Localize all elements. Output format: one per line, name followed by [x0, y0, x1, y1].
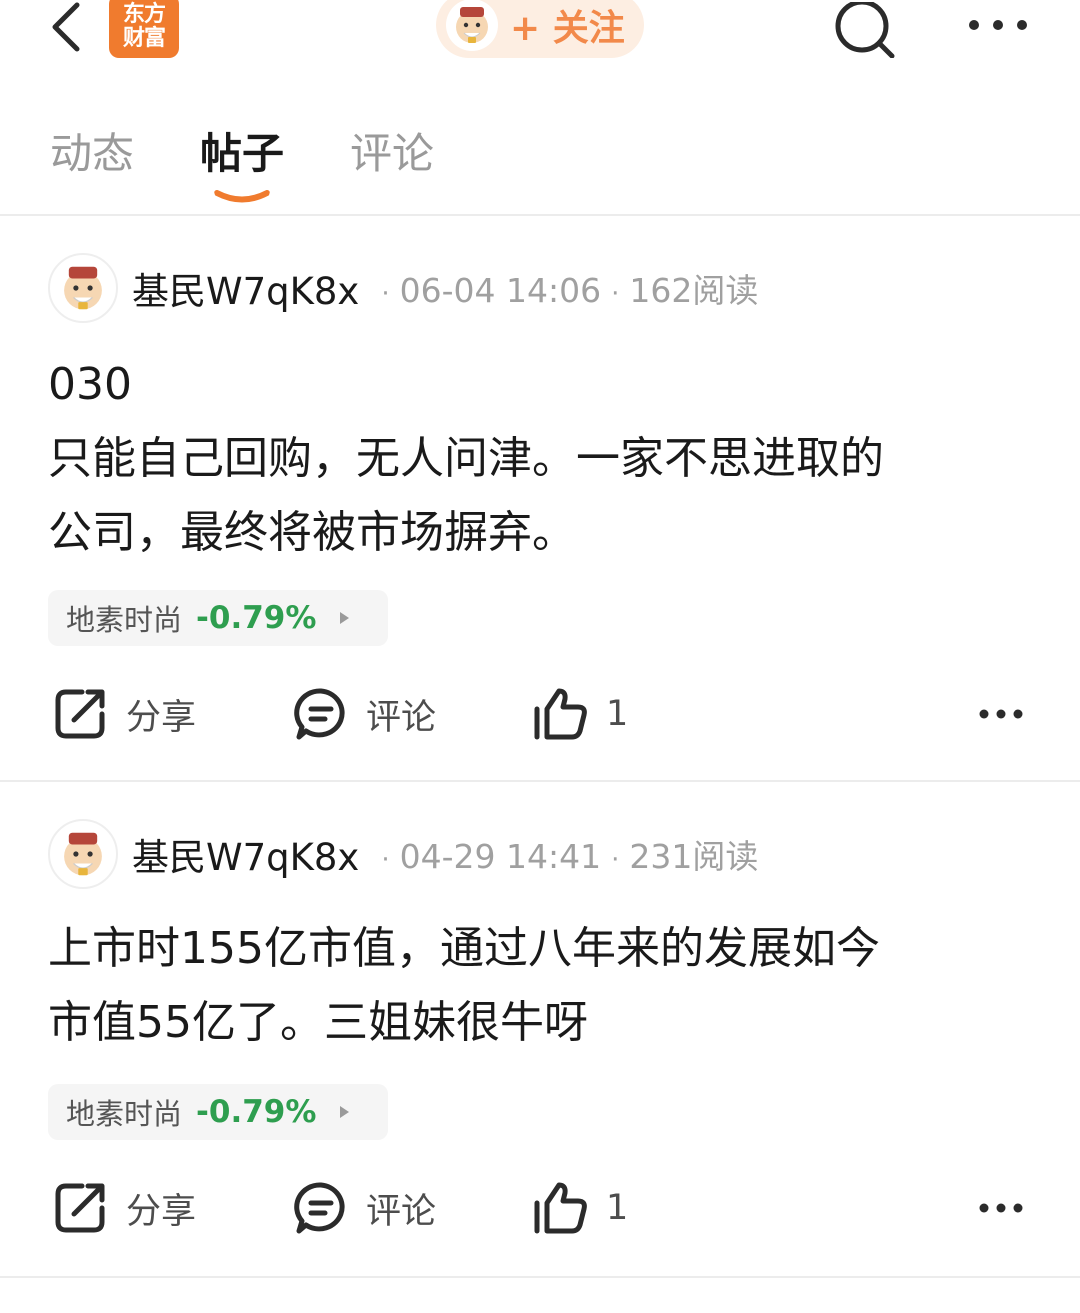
stock-name: 地素时尚 — [66, 1097, 183, 1131]
share-label: 分享 — [126, 1191, 197, 1232]
post-actions: 分享 评论 1 — [0, 1168, 1080, 1248]
read-count: 162阅读 — [629, 271, 759, 310]
post-more-button[interactable] — [966, 674, 1036, 754]
comment-label: 评论 — [366, 1191, 437, 1232]
more-options-button[interactable] — [960, 0, 1036, 50]
profile-tabs: 动态 帖子 评论 — [0, 110, 1080, 214]
tab-comments[interactable]: 评论 — [350, 120, 434, 181]
fortune-god-avatar-icon — [64, 832, 102, 876]
share-icon — [55, 689, 105, 739]
author-name[interactable]: 基民W7qK8x — [132, 261, 359, 315]
like-button[interactable]: 1 — [532, 674, 628, 754]
post-actions: 分享 评论 1 — [0, 674, 1080, 754]
post-time: 06-04 14:06 — [399, 271, 602, 310]
post-more-button[interactable] — [966, 1168, 1036, 1248]
follow-button[interactable]: + 关注 — [436, 0, 644, 58]
post-card[interactable]: 基民W7qK8x · 04-29 14:41 · 231阅读 上市时155亿市值，通过… — [0, 818, 1080, 1268]
top-bar: 东方 财富 + 关注 — [0, 0, 1080, 90]
comment-button[interactable]: 评论 — [294, 674, 436, 754]
search-icon — [835, 2, 895, 58]
fortune-god-avatar-icon — [456, 7, 488, 43]
post-meta: · 06-04 14:06 · 162阅读 — [381, 271, 759, 310]
post-line: 030 — [48, 359, 132, 410]
share-icon — [55, 1183, 105, 1233]
share-button[interactable]: 分享 — [52, 674, 196, 754]
arrow-right-icon — [340, 1106, 350, 1118]
follow-label: + 关注 — [510, 8, 625, 49]
like-count: 1 — [606, 694, 629, 734]
post-line: 市值55亿了。三姐妹很牛呀 — [48, 997, 588, 1048]
stock-change: -0.79% — [196, 600, 317, 636]
user-avatar — [446, 0, 498, 51]
share-label: 分享 — [126, 697, 197, 738]
more-dots-icon — [969, 20, 1027, 30]
tab-posts[interactable]: 帖子 — [200, 120, 284, 181]
app-logo[interactable]: 东方 财富 — [109, 0, 179, 58]
fortune-god-avatar-icon — [64, 266, 102, 310]
post-line: 上市时155亿市值，通过八年来的发展如今 — [48, 923, 880, 974]
comment-icon — [294, 1182, 345, 1234]
active-tab-indicator — [214, 190, 270, 203]
tabs-divider — [0, 214, 1080, 216]
stock-change: -0.79% — [196, 1094, 317, 1130]
like-count: 1 — [606, 1188, 629, 1228]
author-avatar[interactable] — [48, 819, 118, 889]
more-dots-icon — [979, 1203, 1023, 1213]
post-divider — [0, 1276, 1080, 1278]
logo-text-line2: 财富 — [122, 25, 166, 51]
like-button[interactable]: 1 — [532, 1168, 628, 1248]
back-button[interactable] — [44, 0, 88, 54]
thumbs-up-icon — [534, 688, 587, 740]
comment-icon — [294, 688, 345, 740]
post-line: 只能自己回购，无人问津。一家不思进取的 — [48, 433, 884, 484]
logo-text-line1: 东方 — [122, 1, 166, 27]
comment-button[interactable]: 评论 — [294, 1168, 436, 1248]
share-button[interactable]: 分享 — [52, 1168, 196, 1248]
post-meta: · 04-29 14:41 · 231阅读 — [381, 837, 759, 876]
post-content[interactable]: 030 只能自己回购，无人问津。一家不思进取的 公司，最终将被市场摒弃。 — [48, 348, 1038, 570]
arrow-right-icon — [340, 612, 350, 624]
post-header: 基民W7qK8x · 04-29 14:41 · 231阅读 — [48, 818, 758, 890]
read-count: 231阅读 — [629, 837, 759, 876]
post-header: 基民W7qK8x · 06-04 14:06 · 162阅读 — [48, 252, 758, 324]
post-line: 公司，最终将被市场摒弃。 — [48, 507, 576, 558]
more-dots-icon — [979, 709, 1023, 719]
tab-dynamics[interactable]: 动态 — [50, 120, 134, 181]
post-time: 04-29 14:41 — [399, 837, 602, 876]
post-content[interactable]: 上市时155亿市值，通过八年来的发展如今 市值55亿了。三姐妹很牛呀 — [48, 912, 1038, 1060]
author-name[interactable]: 基民W7qK8x — [132, 827, 359, 881]
author-avatar[interactable] — [48, 253, 118, 323]
back-chevron-icon — [52, 2, 80, 52]
comment-label: 评论 — [366, 697, 437, 738]
stock-name: 地素时尚 — [66, 603, 183, 637]
stock-tag[interactable]: 地素时尚 -0.79% — [48, 590, 388, 646]
thumbs-up-icon — [534, 1182, 587, 1234]
stock-tag[interactable]: 地素时尚 -0.79% — [48, 1084, 388, 1140]
search-button[interactable] — [826, 0, 902, 60]
post-divider — [0, 780, 1080, 782]
post-card[interactable]: 基民W7qK8x · 06-04 14:06 · 162阅读 030 只能自己回购，无… — [0, 252, 1080, 772]
